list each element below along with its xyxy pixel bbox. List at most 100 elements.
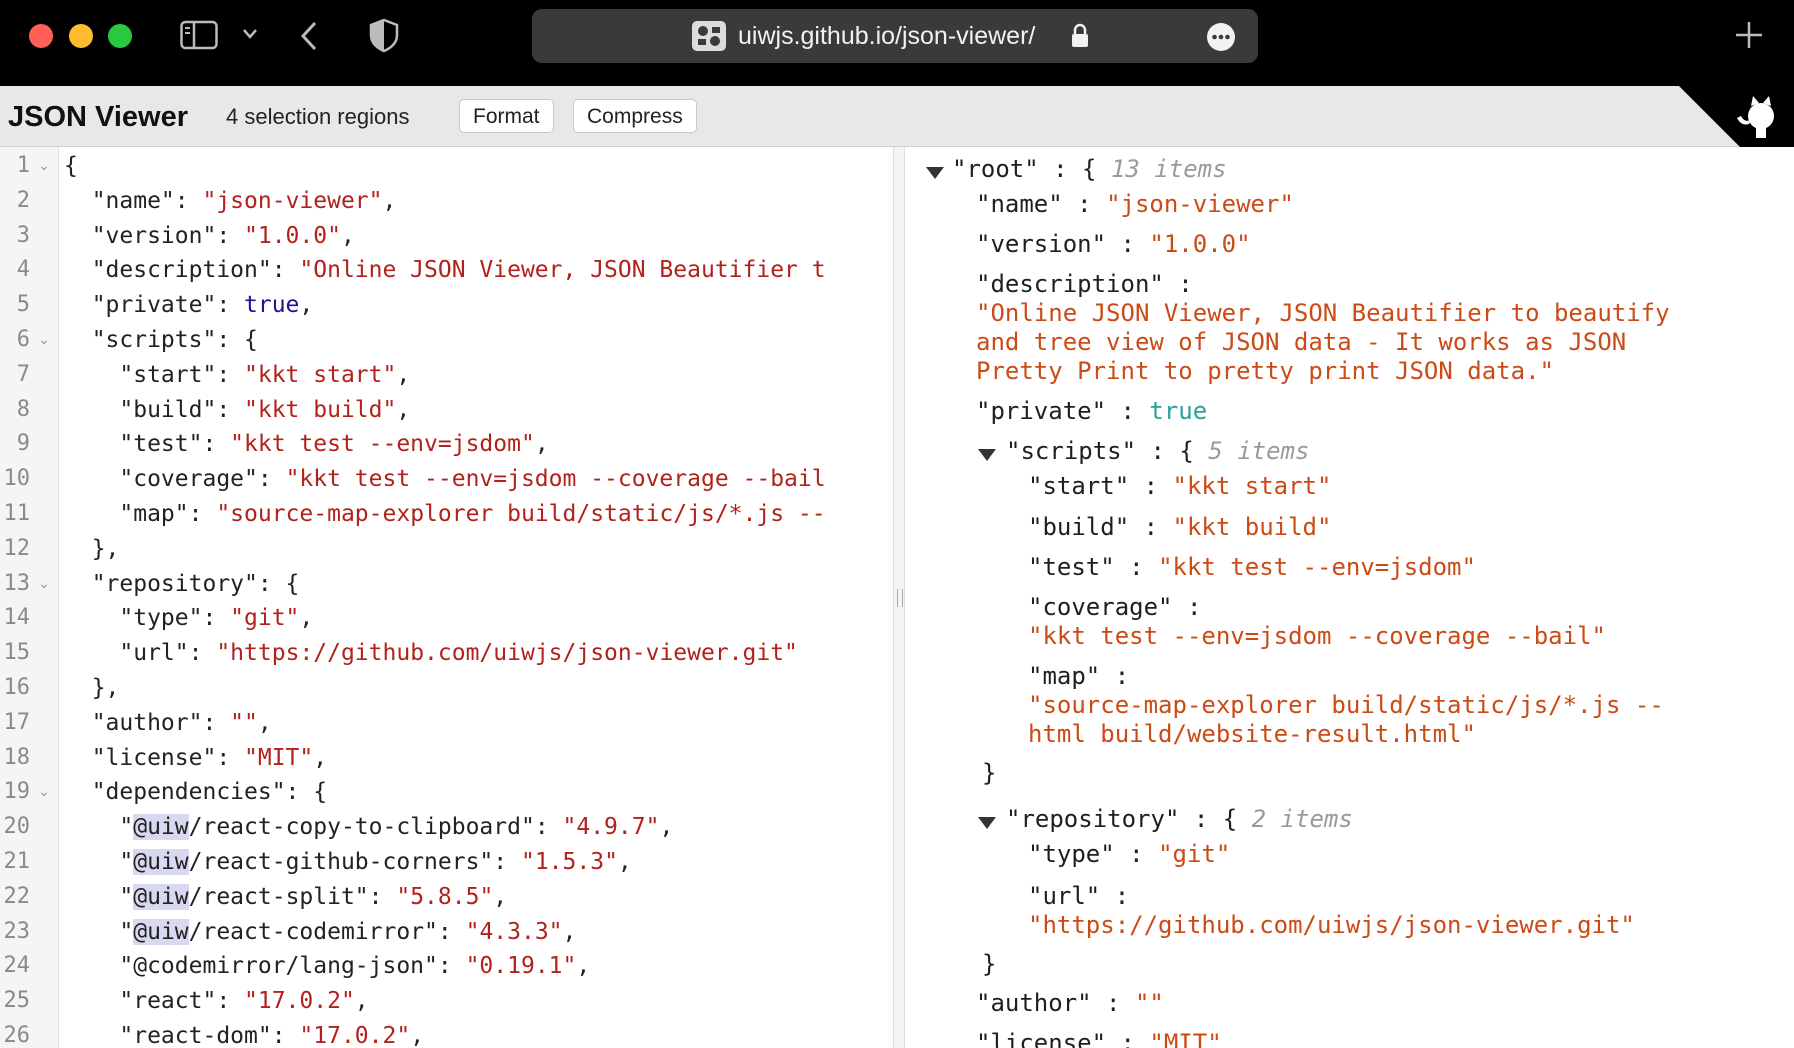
collapse-scripts-caret-icon[interactable] [978, 449, 996, 461]
line-number: 19 [3, 779, 31, 805]
code-line[interactable]: "@uiw/react-copy-to-clipboard": "4.9.7", [64, 810, 673, 844]
code-token: , [396, 361, 411, 388]
code-line[interactable]: "description": "Online JSON Viewer, JSON… [64, 253, 826, 287]
line-number: 26 [3, 1023, 31, 1048]
code-line[interactable]: "type": "git", [64, 601, 313, 635]
code-line[interactable]: "repository": { [64, 567, 300, 601]
tree-key: "test" [1028, 553, 1115, 581]
tree-row-coverage: "coverage" : [1028, 593, 1202, 621]
tree-value: html build/website-result.html" [1028, 720, 1476, 748]
line-number: 12 [3, 535, 31, 561]
code-line[interactable]: { [64, 149, 78, 183]
code-token: "Online JSON Viewer, JSON Beautifier t [299, 257, 826, 284]
close-window-button[interactable] [29, 24, 53, 48]
url-text: uiwjs.github.io/json-viewer/ [738, 22, 1036, 50]
code-line[interactable]: "@uiw/react-codemirror": "4.3.3", [64, 915, 576, 949]
code-token: "1.5.3" [520, 849, 618, 875]
line-number: 15 [3, 640, 31, 666]
tree-row-type: "type" : "git" [1028, 840, 1231, 868]
line-number: 17 [3, 709, 31, 735]
format-button[interactable]: Format [459, 99, 554, 133]
minimize-window-button[interactable] [69, 24, 93, 48]
tree-row-root[interactable]: "root" : { 13 items [952, 155, 1227, 184]
code-line[interactable]: "map": "source-map-explorer build/static… [64, 497, 826, 531]
tree-row-name: "name" : "json-viewer" [976, 190, 1294, 218]
drag-handle-icon[interactable] [897, 589, 903, 607]
code-token: , [313, 744, 328, 771]
line-number: 10 [3, 466, 31, 492]
code-token: "source-map-explorer build/static/js/*.j… [216, 501, 826, 527]
code-line[interactable]: "@uiw/react-split": "5.8.5", [64, 880, 507, 914]
code-line[interactable]: "build": "kkt build", [64, 393, 410, 427]
back-icon[interactable] [297, 19, 321, 58]
code-line[interactable]: "version": "1.0.0", [64, 219, 355, 253]
code-token: , [576, 953, 591, 980]
code-line[interactable]: "start": "kkt start", [64, 358, 410, 392]
tree-value: "kkt test --env=jsdom" [1158, 553, 1476, 581]
sidebar-icon[interactable] [180, 19, 218, 56]
code-token: "author": [64, 709, 231, 736]
line-number: 14 [3, 605, 31, 631]
fold-chevron-icon[interactable]: ⌄ [38, 158, 50, 174]
collapse-root-caret-icon[interactable] [926, 167, 944, 179]
code-token: "@codemirror/lang-json": [64, 953, 466, 980]
chevron-down-icon[interactable] [241, 27, 259, 46]
code-line[interactable]: "react": "17.0.2", [64, 984, 368, 1018]
code-token: "kkt test --env=jsdom" [230, 431, 535, 458]
fold-chevron-icon[interactable]: ⌄ [38, 576, 50, 592]
code-token: "url": [64, 640, 217, 667]
code-line[interactable]: "@uiw/react-github-corners": "1.5.3", [64, 845, 632, 879]
code-line[interactable]: "license": "MIT", [64, 741, 327, 775]
code-token: " [64, 814, 134, 841]
code-token: , [410, 1023, 425, 1048]
tree-key: "scripts" [1006, 437, 1137, 465]
code-line[interactable]: "test": "kkt test --env=jsdom", [64, 427, 548, 461]
tree-row-start: "start" : "kkt start" [1028, 472, 1332, 500]
code-token: "build": [64, 396, 245, 423]
code-line[interactable]: "author": "", [64, 706, 272, 740]
code-editor[interactable]: 1 ⌄ 2 3 4 5 6 ⌄ 7 8 9 10 11 12 13 ⌄ 14 15 16 17 18 19 ⌄ 20 21 22 2… [0, 147, 896, 1048]
code-line[interactable]: "coverage": "kkt test --env=jsdom --cove… [64, 462, 825, 496]
tree-row-map: "map" : [1028, 662, 1130, 690]
code-line[interactable]: "private": true, [64, 288, 314, 322]
shield-icon[interactable] [367, 17, 401, 58]
code-line[interactable]: }, [64, 671, 120, 705]
code-token: , [340, 222, 355, 249]
tree-key: "repository" [1006, 805, 1180, 833]
tree-key: "map" [1028, 662, 1101, 690]
tree-row-test: "test" : "kkt test --env=jsdom" [1028, 553, 1476, 581]
compress-button[interactable]: Compress [573, 99, 697, 133]
code-line[interactable]: "url": "https://github.com/uiwjs/json-vi… [64, 636, 798, 670]
code-token: "license": [64, 744, 245, 771]
code-token: , [299, 292, 314, 319]
code-line[interactable]: "dependencies": { [64, 775, 327, 809]
code-line[interactable]: "@codemirror/lang-json": "0.19.1", [64, 949, 590, 983]
code-line[interactable]: "react-dom": "17.0.2", [64, 1019, 424, 1048]
split-pane-divider[interactable] [893, 147, 905, 1048]
zoom-window-button[interactable] [108, 24, 132, 48]
code-line[interactable]: "scripts": { [64, 323, 258, 357]
tree-row-scripts[interactable]: "scripts" : { 5 items [1006, 437, 1309, 466]
code-token: "4.9.7" [562, 814, 660, 841]
tree-key: "license" [976, 1029, 1107, 1048]
tree-key: "coverage" [1028, 593, 1173, 621]
collapse-repository-caret-icon[interactable] [978, 817, 996, 829]
more-options-icon[interactable] [1206, 22, 1236, 57]
tree-key: "name" [976, 190, 1063, 218]
address-bar[interactable]: uiwjs.github.io/json-viewer/ [532, 9, 1258, 63]
tree-row-repository[interactable]: "repository" : { 2 items [1006, 805, 1353, 834]
line-number: 13 [3, 570, 31, 596]
line-number: 11 [3, 501, 31, 526]
new-tab-icon[interactable] [1733, 19, 1765, 56]
fold-chevron-icon[interactable]: ⌄ [38, 332, 50, 348]
code-token: , [562, 918, 577, 945]
code-line[interactable]: "name": "json-viewer", [64, 184, 397, 218]
code-token: /react-github-corners": [188, 849, 521, 875]
code-token: "version": [64, 222, 245, 249]
code-token: /react-split": [188, 883, 397, 910]
tree-key: "description" [976, 270, 1164, 298]
code-line[interactable]: }, [64, 532, 120, 566]
code-token: "kkt start" [244, 361, 397, 388]
code-token: /react-copy-to-clipboard": [188, 814, 563, 841]
fold-chevron-icon[interactable]: ⌄ [38, 784, 50, 800]
